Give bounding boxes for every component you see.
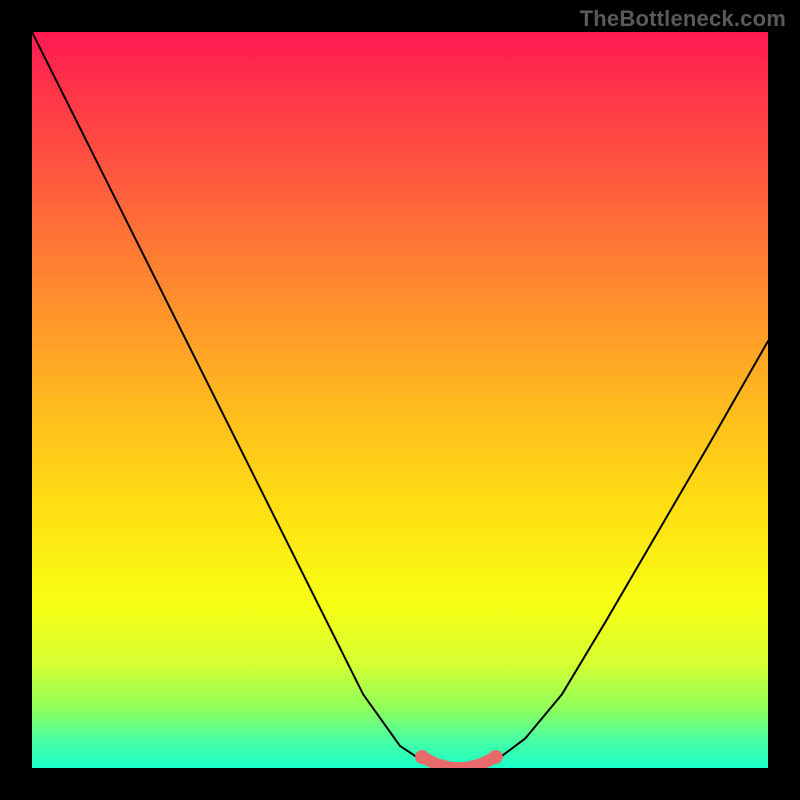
chart-frame: TheBottleneck.com [0,0,800,800]
optimal-range [415,750,503,768]
optimal-range-endpoint [489,750,503,764]
bottleneck-curve-svg [32,32,768,768]
optimal-range-band [422,757,496,768]
watermark-text: TheBottleneck.com [580,6,786,32]
optimal-range-endpoint [415,750,429,764]
bottleneck-curve [32,32,768,768]
plot-area [32,32,768,768]
